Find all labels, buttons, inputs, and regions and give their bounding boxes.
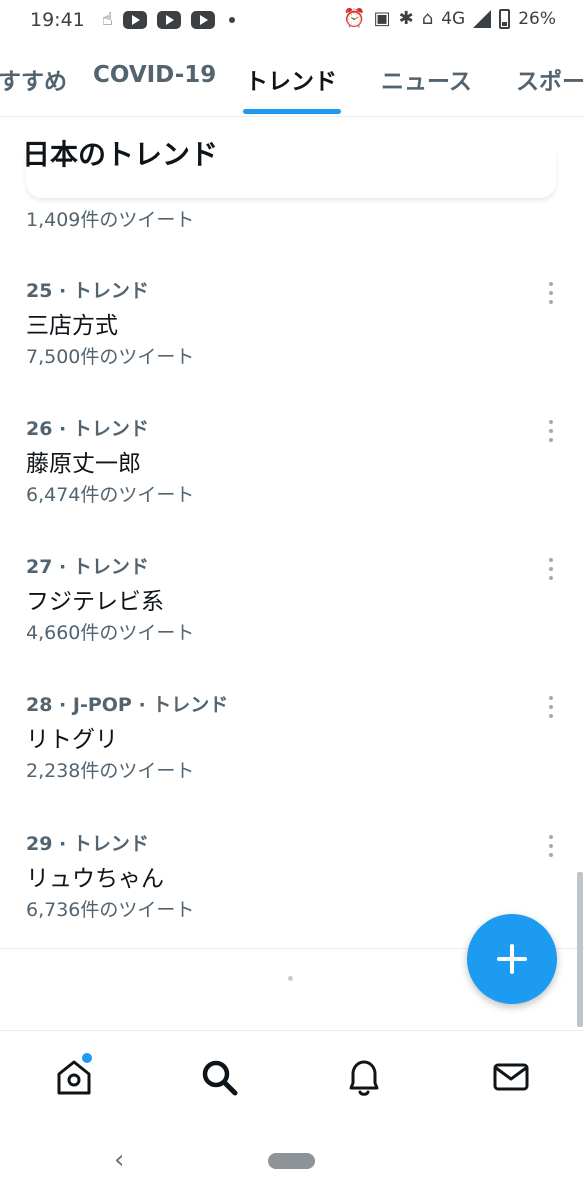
- trend-tweet-count: 2,238件のツイート: [26, 760, 195, 782]
- explore-tabs: すすめ COVID-19 トレンド ニュース スポー: [0, 40, 584, 117]
- hand-icon: ☝: [102, 9, 113, 30]
- trend-tweet-count: 4,660件のツイート: [26, 622, 195, 644]
- bottom-navigation: [0, 1030, 584, 1126]
- back-icon[interactable]: ‹: [114, 1145, 124, 1175]
- trend-tweet-count: 7,500件のツイート: [26, 346, 195, 368]
- more-options-icon[interactable]: [540, 418, 562, 444]
- tab-trending[interactable]: トレンド: [245, 62, 337, 96]
- tab-news[interactable]: ニュース: [381, 62, 472, 96]
- signal-icon: [473, 9, 492, 28]
- tab-covid-19[interactable]: COVID-19: [93, 62, 216, 88]
- network-type: 4G: [441, 8, 466, 29]
- status-bar: 19:41 ☝ ⏰ ▣ ✱ ⌂ 4G 26%: [0, 0, 584, 40]
- section-title: 日本のトレンド: [22, 138, 219, 171]
- trend-meta: 29 · トレンド: [26, 833, 149, 855]
- battery-level: 26%: [518, 8, 556, 29]
- home-icon[interactable]: [52, 1051, 96, 1099]
- system-navigation-bar: ‹: [0, 1125, 584, 1200]
- trend-name: リトグリ: [26, 727, 118, 753]
- trend-meta: 28 · J-POP · トレンド: [26, 694, 229, 716]
- tab-for-you[interactable]: すすめ: [0, 62, 67, 96]
- trend-item[interactable]: 26 · トレンド 藤原丈一郎 6,474件のツイート: [0, 414, 584, 552]
- more-options-icon[interactable]: [540, 280, 562, 306]
- more-options-icon[interactable]: [540, 833, 562, 859]
- new-content-badge: [80, 1051, 94, 1065]
- active-tab-indicator: [243, 109, 341, 114]
- loading-indicator: [288, 976, 293, 981]
- notifications-icon[interactable]: [342, 1055, 386, 1099]
- scrollbar[interactable]: [577, 872, 583, 1027]
- previous-trend-count: 1,409件のツイート: [26, 209, 195, 231]
- trend-name: リュウちゃん: [26, 866, 164, 892]
- trend-item[interactable]: 25 · トレンド 三店方式 7,500件のツイート: [0, 276, 584, 414]
- bluetooth-icon: ✱: [398, 8, 414, 29]
- status-system-icons: ⏰ ▣ ✱ ⌂ 4G 26%: [343, 8, 556, 29]
- compose-tweet-button[interactable]: [467, 914, 557, 1004]
- youtube-icon: [122, 10, 147, 29]
- trend-tweet-count: 6,474件のツイート: [26, 484, 195, 506]
- trend-item[interactable]: 28 · J-POP · トレンド リトグリ 2,238件のツイート: [0, 690, 584, 828]
- trend-name: フジテレビ系: [26, 589, 164, 615]
- more-options-icon[interactable]: [540, 556, 562, 582]
- status-notification-icons: ☝: [102, 9, 235, 30]
- more-notifications-dot-icon: [228, 16, 235, 23]
- messages-icon[interactable]: [489, 1055, 533, 1099]
- trend-meta: 26 · トレンド: [26, 418, 149, 440]
- youtube-icon: [156, 10, 181, 29]
- status-time: 19:41: [30, 9, 85, 31]
- trend-name: 三店方式: [26, 313, 118, 339]
- trend-meta: 25 · トレンド: [26, 280, 149, 302]
- trend-meta: 27 · トレンド: [26, 556, 149, 578]
- nfc-icon: ▣: [373, 8, 391, 29]
- trend-item[interactable]: 27 · トレンド フジテレビ系 4,660件のツイート: [0, 552, 584, 690]
- more-options-icon[interactable]: [540, 694, 562, 720]
- vibrate-icon: ⌂: [421, 8, 434, 29]
- trend-tweet-count: 6,736件のツイート: [26, 899, 195, 921]
- tab-sports[interactable]: スポー: [516, 62, 584, 96]
- trend-name: 藤原丈一郎: [26, 451, 141, 477]
- battery-icon: [499, 8, 511, 29]
- home-gesture-pill[interactable]: [268, 1153, 315, 1169]
- search-icon[interactable]: [197, 1055, 241, 1099]
- youtube-icon: [190, 10, 215, 29]
- alarm-icon: ⏰: [343, 8, 366, 29]
